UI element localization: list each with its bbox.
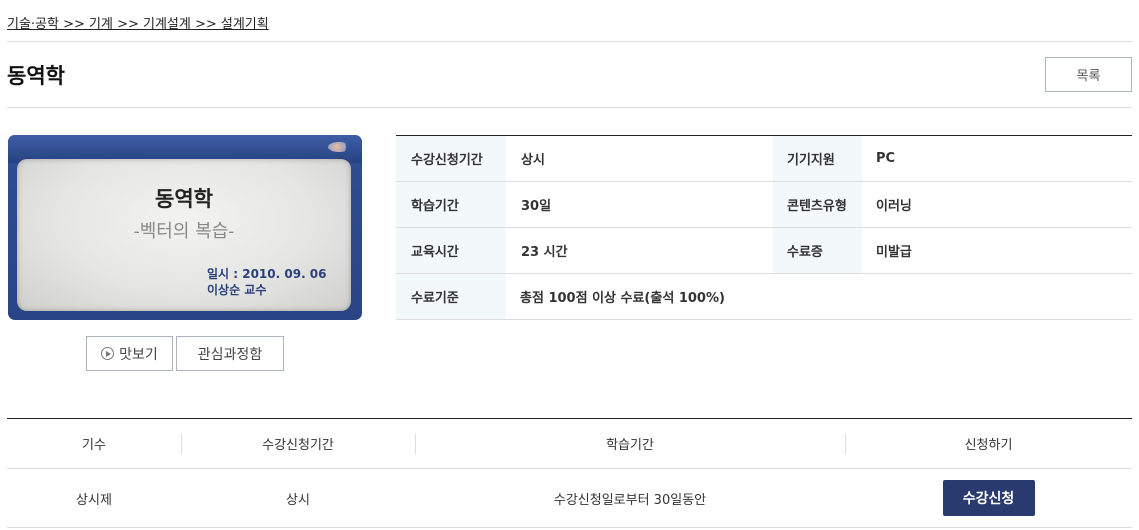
info-label: 콘텐츠유형	[773, 182, 862, 227]
info-value: 23 시간	[521, 245, 568, 260]
divider	[7, 107, 1132, 108]
term-cell: 상시제	[76, 492, 112, 508]
apply-cell: 수강신청	[845, 469, 1132, 527]
column-header: 수강신청기간	[181, 419, 415, 468]
preview-button[interactable]: 맛보기	[86, 336, 173, 371]
divider	[7, 41, 1132, 42]
course-info-table: 수강신청기간 상시 기기지원 PC 학습기간 30일 콘텐츠유형 이러닝 교육시…	[396, 135, 1132, 320]
info-row: 수강신청기간 상시 기기지원 PC	[396, 136, 1132, 182]
slide-professor: 이상순 교수	[207, 283, 267, 297]
info-value: 이러닝	[876, 199, 912, 214]
logo-icon	[328, 142, 350, 152]
page-title: 동역학	[7, 64, 65, 88]
info-label: 교육시간	[396, 228, 506, 273]
slide-title: 동역학	[155, 186, 213, 211]
info-value: PC	[876, 151, 896, 166]
info-row: 교육시간 23 시간 수료증 미발급	[396, 228, 1132, 274]
breadcrumb[interactable]: 기술·공학 >> 기계 >> 기계설계 >> 설계기획	[7, 13, 269, 32]
breadcrumb-link[interactable]: 기술·공학 >> 기계 >> 기계설계 >> 설계기획	[7, 17, 269, 32]
info-label: 수료증	[773, 228, 862, 273]
thumbnail-slide: 동역학 -벡터의 복습- 일시 : 2010. 09. 06 이상순 교수	[17, 159, 351, 311]
add-interest-button[interactable]: 관심과정함	[176, 336, 284, 371]
course-session-table: 기수 수강신청기간 학습기간 신청하기 상시제 상시 수강신청일로부터 30일동…	[7, 418, 1132, 528]
info-row: 학습기간 30일 콘텐츠유형 이러닝	[396, 182, 1132, 228]
info-label: 학습기간	[396, 182, 506, 227]
play-circle-icon	[101, 347, 115, 360]
preview-label: 맛보기	[119, 346, 158, 363]
slide-subtitle: -벡터의 복습-	[133, 221, 235, 242]
info-value: 미발급	[876, 245, 912, 260]
info-value: 30일	[521, 199, 552, 214]
list-button[interactable]: 목록	[1045, 57, 1132, 92]
info-label: 기기지원	[773, 136, 862, 181]
apply-button[interactable]: 수강신청	[942, 480, 1035, 516]
column-header: 학습기간	[415, 419, 845, 468]
course-thumbnail: 동역학 -벡터의 복습- 일시 : 2010. 09. 06 이상순 교수	[8, 135, 362, 320]
table-header: 기수 수강신청기간 학습기간 신청하기	[7, 419, 1132, 469]
column-header: 신청하기	[845, 419, 1132, 468]
info-value: 총점 100점 이상 수료(출석 100%)	[520, 291, 725, 306]
column-header: 기수	[82, 438, 106, 453]
info-value: 상시	[521, 153, 545, 168]
info-label: 수료기준	[396, 274, 506, 319]
info-label: 수강신청기간	[396, 136, 506, 181]
info-row: 수료기준 총점 100점 이상 수료(출석 100%)	[396, 274, 1132, 320]
period-cell: 상시	[286, 492, 310, 508]
slide-date: 일시 : 2010. 09. 06	[207, 267, 327, 281]
table-row: 상시제 상시 수강신청일로부터 30일동안 수강신청	[7, 469, 1132, 528]
study-period-cell: 수강신청일로부터 30일동안	[553, 492, 707, 508]
